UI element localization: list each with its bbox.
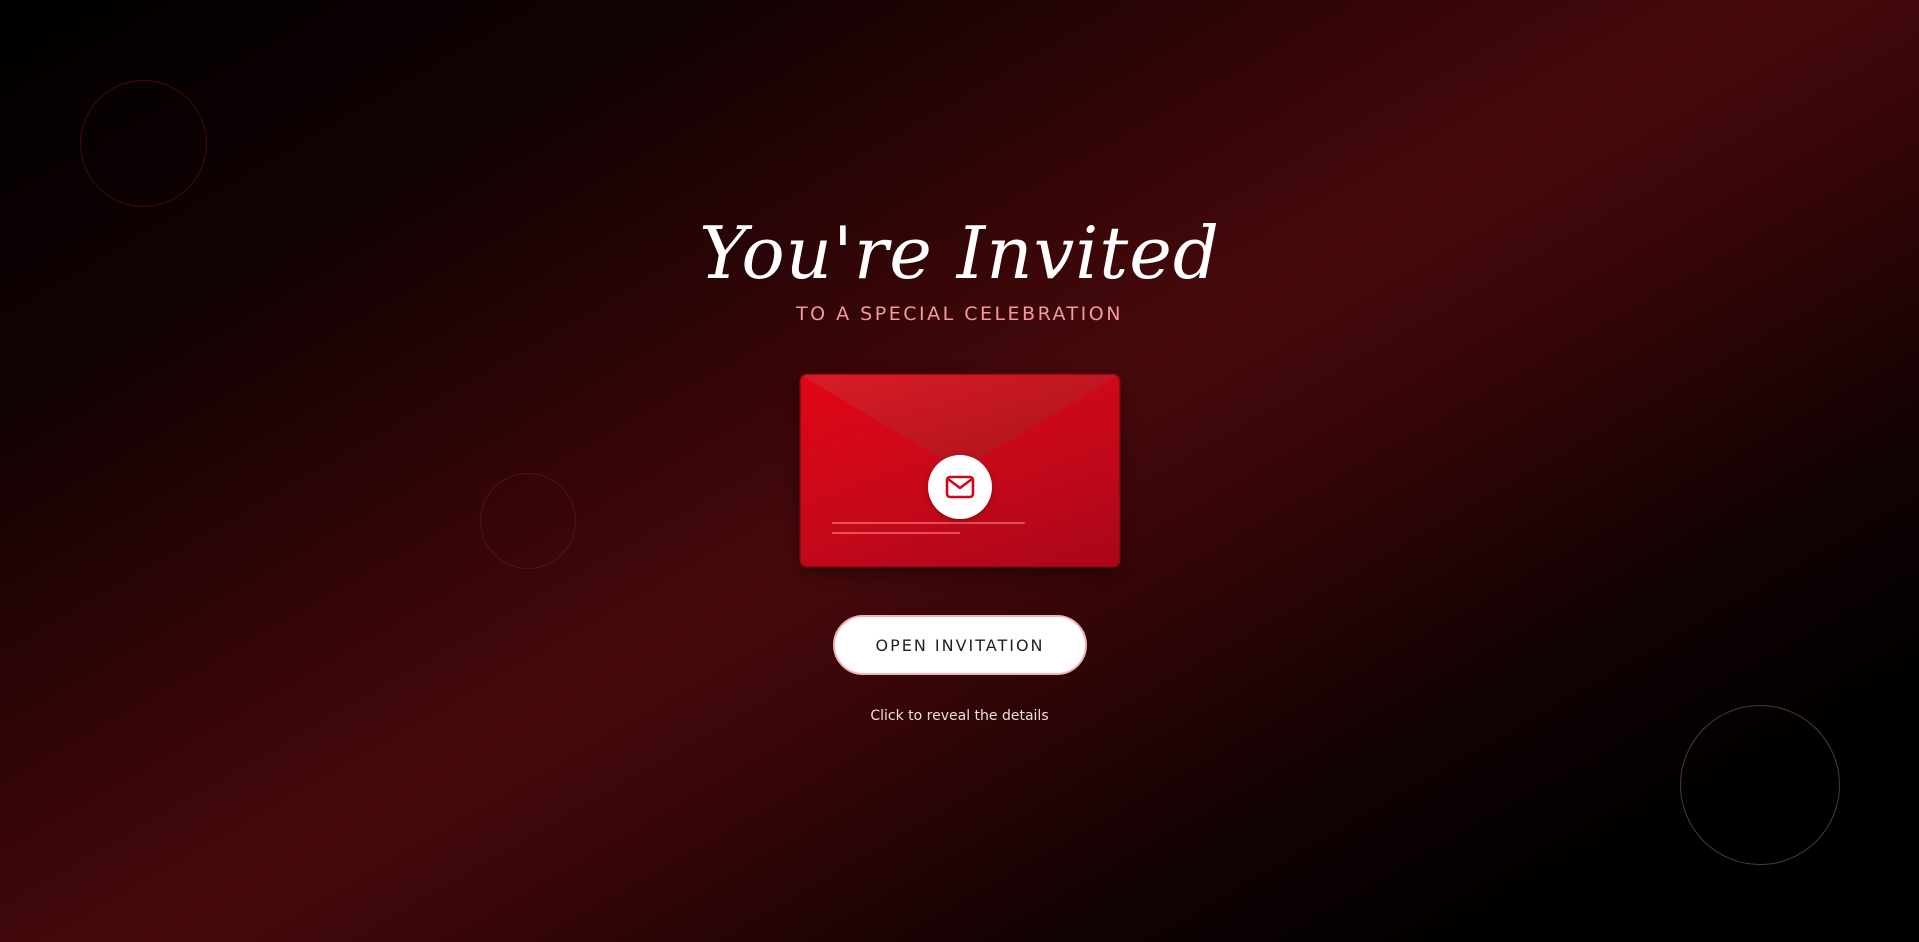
- envelope-address-line: [832, 532, 960, 534]
- decorative-circle-middle-left: [480, 473, 576, 569]
- invitation-subtitle: TO A SPECIAL CELEBRATION: [796, 303, 1123, 325]
- open-invitation-button[interactable]: OPEN INVITATION: [833, 615, 1087, 675]
- envelope[interactable]: [801, 375, 1119, 566]
- decorative-circle-bottom-right: [1680, 705, 1840, 865]
- mail-icon: [945, 475, 975, 499]
- invitation-title: You're Invited: [699, 211, 1220, 295]
- decorative-circle-top-left: [80, 80, 207, 207]
- reveal-hint-text: Click to reveal the details: [870, 708, 1049, 724]
- envelope-address-line: [832, 522, 1025, 524]
- envelope-seal: [928, 455, 992, 519]
